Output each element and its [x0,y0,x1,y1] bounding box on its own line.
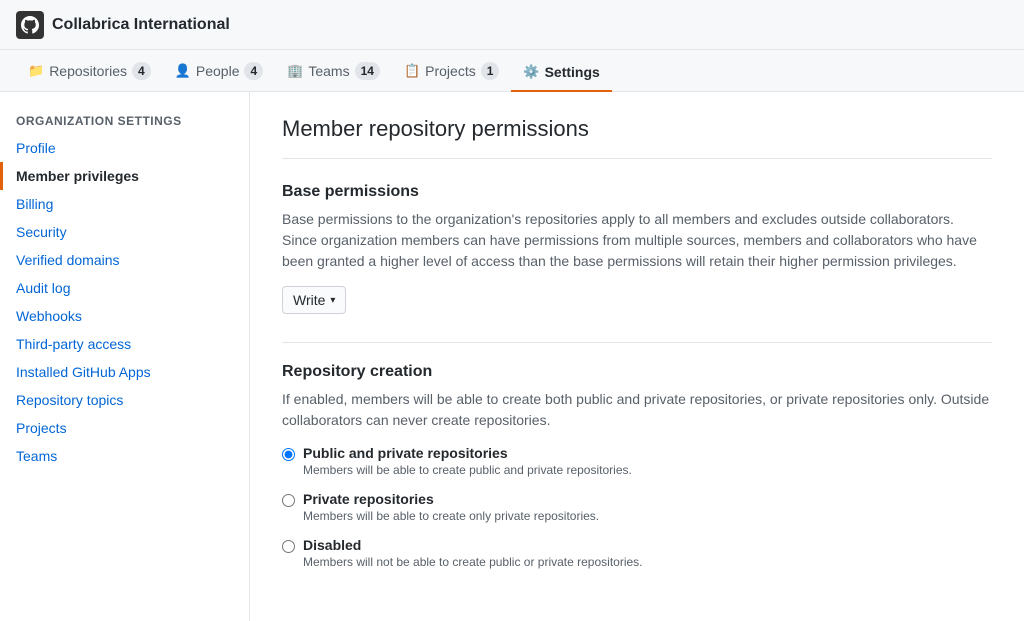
radio-disabled[interactable] [282,540,295,553]
section-divider [282,342,992,343]
tab-projects-count: 1 [481,62,500,80]
tab-teams[interactable]: 🏢 Teams 14 [275,52,392,92]
write-dropdown-label: Write [293,292,325,308]
sidebar-heading: Organization settings [0,108,249,134]
nav-tabs: 📁 Repositories 4 👤 People 4 🏢 Teams 14 📋… [0,50,1024,92]
sidebar-item-projects[interactable]: Projects [0,414,249,442]
radio-public-private-desc: Members will be able to create public an… [303,463,632,477]
tab-repositories[interactable]: 📁 Repositories 4 [16,52,163,92]
radio-option-public-private: Public and private repositories Members … [282,445,992,477]
tab-projects-label: Projects [425,63,476,79]
radio-disabled-desc: Members will not be able to create publi… [303,555,643,569]
radio-public-private-label[interactable]: Public and private repositories [303,445,508,461]
base-permissions-title: Base permissions [282,183,992,201]
main-content: Member repository permissions Base permi… [250,92,1024,621]
sidebar-item-third-party-access[interactable]: Third-party access [0,330,249,358]
org-name: Collabrica International [52,16,230,34]
sidebar-item-security[interactable]: Security [0,218,249,246]
sidebar-item-member-privileges[interactable]: Member privileges [0,162,249,190]
chevron-down-icon: ▾ [330,295,335,306]
radio-public-private[interactable] [282,448,295,461]
base-permissions-description: Base permissions to the organization's r… [282,209,992,272]
sidebar-item-teams[interactable]: Teams [0,442,249,470]
sidebar-item-billing[interactable]: Billing [0,190,249,218]
page-title: Member repository permissions [282,116,992,159]
write-dropdown-button[interactable]: Write ▾ [282,286,346,314]
header: Collabrica International [0,0,1024,50]
tab-repositories-count: 4 [132,62,151,80]
sidebar-item-installed-github-apps[interactable]: Installed GitHub Apps [0,358,249,386]
sidebar-item-verified-domains[interactable]: Verified domains [0,246,249,274]
sidebar-item-audit-log[interactable]: Audit log [0,274,249,302]
repositories-icon: 📁 [28,63,44,79]
radio-private-only[interactable] [282,494,295,507]
base-permissions-section: Base permissions Base permissions to the… [282,183,992,314]
sidebar: Organization settings Profile Member pri… [0,92,250,621]
org-logo [16,11,44,39]
tab-teams-label: Teams [308,63,349,79]
teams-icon: 🏢 [287,63,303,79]
radio-option-private: Private repositories Members will be abl… [282,491,992,523]
radio-private-only-desc: Members will be able to create only priv… [303,509,599,523]
layout: Organization settings Profile Member pri… [0,92,1024,621]
org-logo-icon [21,16,39,34]
repository-creation-title: Repository creation [282,363,992,381]
radio-private-only-label[interactable]: Private repositories [303,491,434,507]
radio-disabled-label[interactable]: Disabled [303,537,361,553]
sidebar-item-profile[interactable]: Profile [0,134,249,162]
projects-icon: 📋 [404,63,420,79]
tab-repositories-label: Repositories [49,63,127,79]
sidebar-item-webhooks[interactable]: Webhooks [0,302,249,330]
repository-creation-section: Repository creation If enabled, members … [282,363,992,569]
tab-people-count: 4 [244,62,263,80]
tab-projects[interactable]: 📋 Projects 1 [392,52,511,92]
settings-icon: ⚙️ [523,64,539,80]
radio-option-disabled: Disabled Members will not be able to cre… [282,537,992,569]
tab-people-label: People [196,63,240,79]
repository-creation-description: If enabled, members will be able to crea… [282,389,992,431]
sidebar-item-repository-topics[interactable]: Repository topics [0,386,249,414]
tab-settings-label: Settings [545,64,600,80]
tab-teams-count: 14 [355,62,380,80]
tab-people[interactable]: 👤 People 4 [163,52,275,92]
people-icon: 👤 [175,63,191,79]
tab-settings[interactable]: ⚙️ Settings [511,54,611,92]
